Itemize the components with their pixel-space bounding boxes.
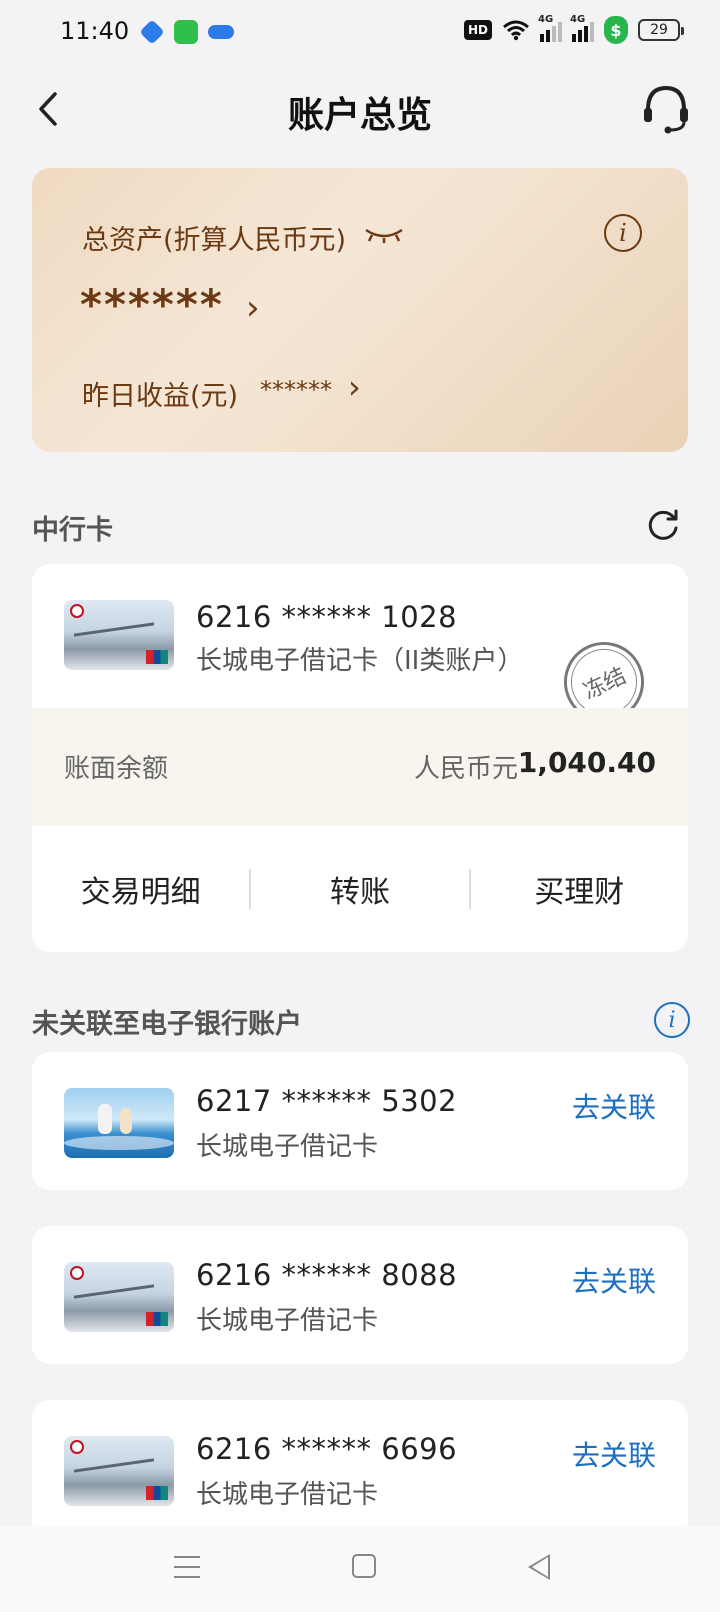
card-actions: 交易明细 转账 买理财	[32, 826, 688, 952]
info-icon[interactable]: i	[604, 214, 642, 252]
unlinked-card-item[interactable]: 6216 ****** 6696 长城电子借记卡 去关联	[32, 1400, 688, 1538]
info-icon[interactable]: i	[654, 1002, 690, 1038]
unionpay-icon	[146, 1486, 168, 1500]
status-bar: 11:40 HD 4G 4G $ 29	[0, 0, 720, 66]
great-wall-image	[74, 1284, 154, 1318]
hd-voice-icon: HD	[463, 20, 492, 40]
headset-icon	[644, 85, 688, 134]
signal-icon: 4G	[538, 14, 562, 42]
link-account-button[interactable]: 去关联	[572, 1260, 656, 1300]
chevron-right-icon[interactable]: ›	[246, 288, 260, 328]
card-number: 6216 ****** 8088	[196, 1258, 458, 1292]
chevron-right-icon[interactable]: ›	[348, 368, 361, 406]
card-thumbnail	[64, 1088, 174, 1158]
bank-logo-icon	[70, 1266, 84, 1280]
wave-image	[64, 1136, 174, 1150]
buy-wealth-button[interactable]: 买理财	[471, 867, 688, 911]
transaction-details-button[interactable]: 交易明细	[32, 867, 249, 911]
figure-image	[98, 1104, 112, 1134]
boc-card[interactable]: 6216 ****** 1028 长城电子借记卡（II类账户） 冻结 账面余额 …	[32, 564, 688, 952]
card-thumbnail	[64, 1262, 174, 1332]
card-type: 长城电子借记卡	[196, 1132, 379, 1162]
card-number: 6216 ****** 1028	[196, 600, 458, 634]
bank-logo-icon	[70, 604, 84, 618]
yesterday-earnings-label: 昨日收益(元)	[82, 381, 239, 412]
signal-icon-2: 4G	[570, 14, 594, 42]
page-title: 账户总览	[287, 95, 432, 136]
card-type: 长城电子借记卡	[196, 1306, 379, 1336]
transfer-button[interactable]: 转账	[251, 867, 468, 911]
wifi-icon	[503, 20, 529, 41]
back-icon[interactable]	[528, 1554, 550, 1580]
link-account-button[interactable]: 去关联	[572, 1086, 656, 1126]
balance-row: 账面余额 人民币元 1,040.40	[32, 708, 688, 826]
total-assets-label: 总资产(折算人民币元)	[82, 225, 347, 256]
balance-label: 账面余额	[64, 754, 169, 784]
battery-icon: 29	[638, 19, 684, 41]
section-title-unlinked: 未关联至电子银行账户	[32, 1009, 302, 1040]
card-thumbnail	[64, 1436, 174, 1506]
total-assets-value[interactable]: ******	[80, 280, 224, 329]
card-type: 长城电子借记卡（II类账户）	[196, 646, 524, 676]
unlinked-card-item[interactable]: 6217 ****** 5302 长城电子借记卡 去关联	[32, 1052, 688, 1190]
balance-currency: 人民币元	[413, 754, 518, 784]
great-wall-image	[74, 622, 154, 656]
notification-icons	[139, 19, 234, 45]
unlinked-card-item[interactable]: 6216 ****** 8088 长城电子借记卡 去关联	[32, 1226, 688, 1364]
section-title-boc-cards: 中行卡	[32, 515, 113, 546]
unionpay-icon	[146, 650, 168, 664]
figure-image	[120, 1108, 132, 1134]
menu-icon[interactable]	[174, 1556, 200, 1578]
eye-closed-icon[interactable]	[364, 226, 404, 244]
card-type: 长城电子借记卡	[196, 1480, 379, 1510]
refresh-icon[interactable]	[646, 508, 680, 542]
status-indicators: HD 4G 4G $ 29	[463, 14, 684, 44]
balance-amount: 1,040.40	[517, 746, 656, 779]
customer-service-button[interactable]	[640, 82, 692, 136]
total-assets-card: 总资产(折算人民币元) i ****** › 昨日收益(元) ****** ›	[32, 168, 688, 452]
card-number: 6217 ****** 5302	[196, 1084, 458, 1118]
home-icon[interactable]	[352, 1554, 376, 1578]
unionpay-icon	[146, 1312, 168, 1326]
link-account-button[interactable]: 去关联	[572, 1434, 656, 1474]
card-number: 6216 ****** 6696	[196, 1432, 458, 1466]
bird-notification-icon	[208, 25, 234, 39]
bank-logo-icon	[70, 1440, 84, 1454]
status-time: 11:40	[60, 17, 130, 45]
security-shield-icon: $	[604, 16, 628, 44]
page-header: 账户总览	[0, 66, 720, 156]
shop-notification-icon	[174, 20, 198, 44]
card-thumbnail	[64, 600, 174, 670]
yesterday-earnings-value[interactable]: ******	[260, 376, 332, 404]
great-wall-image	[74, 1458, 154, 1492]
system-nav-bar	[0, 1526, 720, 1612]
app-notification-icon	[139, 19, 165, 45]
